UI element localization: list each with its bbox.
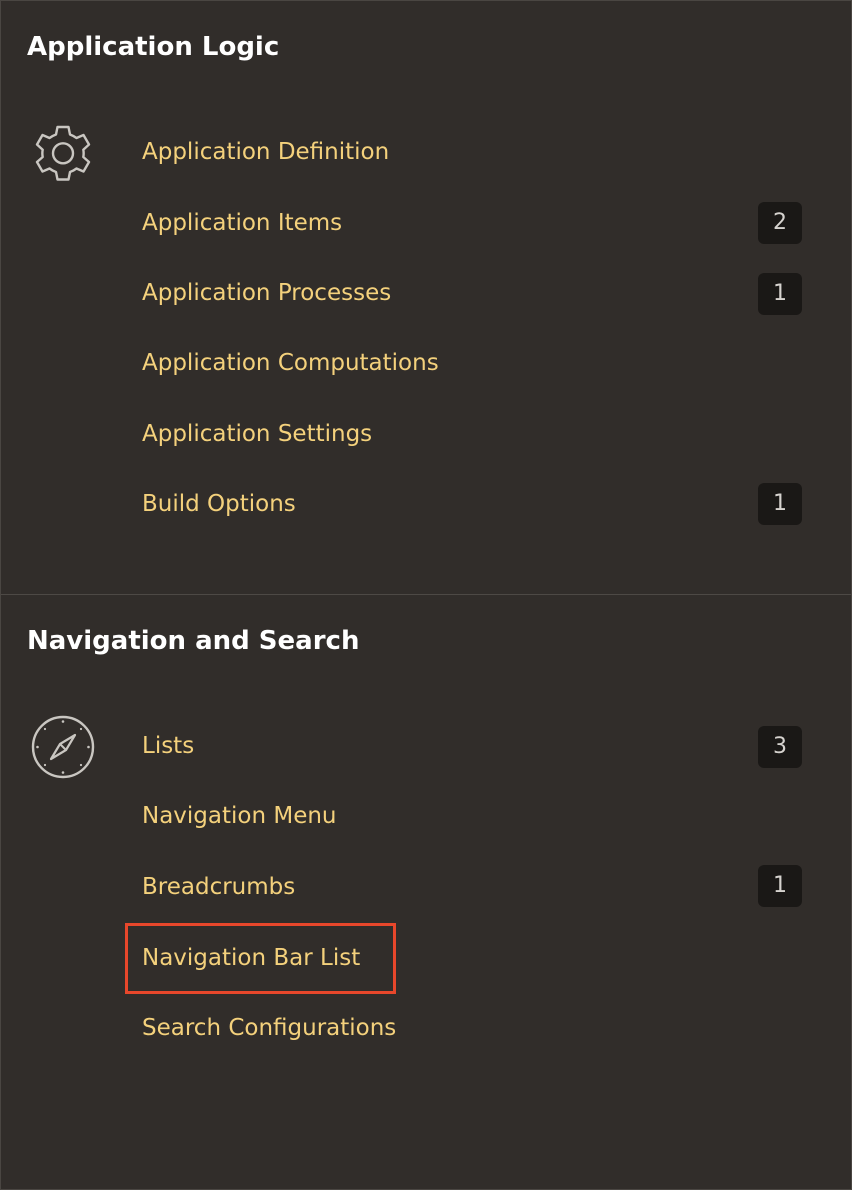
application-items-count-badge: 2 [758, 202, 802, 244]
application-processes-count-badge: 1 [758, 273, 802, 315]
application-processes-link[interactable]: Application Processes [142, 274, 391, 312]
navigation-and-search-section: Navigation and Search Lists 3 Navigation… [1, 595, 851, 1189]
application-settings-link[interactable]: Application Settings [142, 415, 372, 453]
navigation-bar-list-link[interactable]: Navigation Bar List [124, 923, 397, 994]
application-items-link[interactable]: Application Items [142, 204, 342, 242]
component-panel: Application Logic Application Definition… [0, 0, 852, 1190]
compass-icon [31, 715, 95, 779]
lists-count-badge: 3 [758, 726, 802, 768]
lists-link[interactable]: Lists [142, 727, 194, 765]
breadcrumbs-link[interactable]: Breadcrumbs [142, 868, 295, 906]
navigation-menu-link[interactable]: Navigation Menu [142, 797, 337, 835]
application-computations-link[interactable]: Application Computations [142, 344, 439, 382]
search-configurations-link[interactable]: Search Configurations [142, 1009, 396, 1047]
build-options-link[interactable]: Build Options [142, 485, 296, 523]
application-definition-link[interactable]: Application Definition [142, 133, 389, 171]
application-logic-section: Application Logic Application Definition… [1, 1, 851, 594]
breadcrumbs-count-badge: 1 [758, 865, 802, 907]
build-options-count-badge: 1 [758, 483, 802, 525]
section-title: Navigation and Search [27, 626, 360, 656]
gear-icon [35, 125, 91, 181]
section-title: Application Logic [27, 32, 280, 62]
